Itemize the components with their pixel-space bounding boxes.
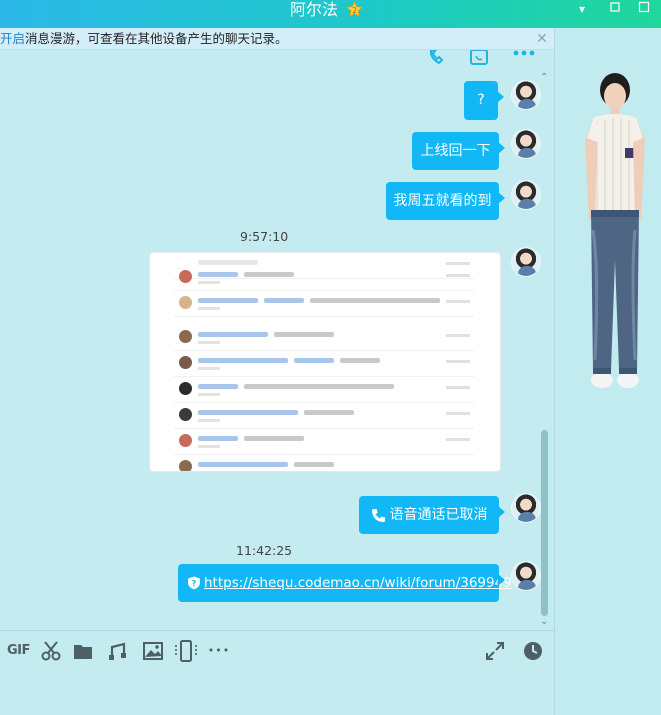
input-toolbar: GIF •••	[0, 630, 554, 670]
avatar[interactable]	[511, 129, 541, 159]
thumbnail-row	[174, 291, 474, 317]
show-panel	[554, 28, 661, 715]
gif-icon[interactable]: GIF	[7, 639, 30, 663]
scroll-up-icon[interactable]: ⌃	[540, 72, 548, 83]
avatar[interactable]	[511, 180, 541, 210]
image-icon[interactable]	[142, 639, 164, 663]
restore-icon	[610, 2, 620, 12]
video-call-icon[interactable]	[470, 50, 494, 66]
phone-call-icon[interactable]	[427, 50, 449, 64]
more-icon[interactable]: •••	[207, 639, 231, 663]
maximize-button[interactable]	[633, 0, 655, 20]
avatar[interactable]	[511, 247, 541, 277]
window-shake-icon[interactable]	[174, 639, 198, 663]
chat-scrollbar[interactable]	[541, 430, 548, 616]
image-message[interactable]	[149, 252, 501, 472]
minimize-button[interactable]: ▾	[571, 0, 593, 20]
thumbnail-row	[174, 351, 474, 377]
thumbnail-row	[174, 429, 474, 455]
message-bubble[interactable]: ?	[464, 81, 504, 120]
avatar-figure[interactable]	[585, 70, 645, 410]
avatar[interactable]	[511, 80, 541, 110]
voice-call-message[interactable]: 语音通话已取消	[359, 496, 505, 534]
link-message[interactable]: ? https://shequ.codemao.cn/wiki/forum/36…	[178, 564, 512, 602]
timestamp: 9:57:10	[240, 229, 289, 244]
forum-link[interactable]: https://shequ.codemao.cn/wiki/forum/3699…	[204, 575, 512, 591]
thumbnail-row	[174, 325, 474, 351]
maximize-icon	[638, 1, 650, 13]
link-safety-icon: ?	[188, 576, 200, 590]
more-options-icon[interactable]	[513, 50, 535, 58]
phone-icon	[371, 508, 385, 522]
message-input[interactable]	[0, 670, 554, 715]
roaming-notice: 开启消息漫游，可查看在其他设备产生的聊天记录。	[0, 28, 554, 50]
svg-text:2: 2	[352, 6, 357, 15]
folder-icon[interactable]	[72, 639, 94, 663]
title-bar: 阿尔法 2 ▾	[0, 0, 661, 28]
thumbnail-row	[174, 377, 474, 403]
vip-badge-icon: 2	[346, 1, 363, 17]
svg-text:?: ?	[192, 579, 197, 588]
thumbnail-row	[174, 403, 474, 429]
avatar[interactable]	[511, 493, 541, 523]
scroll-down-icon[interactable]: ⌄	[540, 616, 548, 627]
chat-area: ⌃ ? 上线回一下 我周五就看的到 9:57:10 语音通话已取消 11:42:…	[0, 50, 554, 630]
message-bubble[interactable]: 我周五就看的到	[386, 182, 505, 220]
message-bubble[interactable]: 上线回一下	[412, 132, 505, 170]
notice-close-button[interactable]: ✕	[533, 28, 551, 50]
scissors-icon[interactable]	[40, 639, 62, 663]
enable-roaming-link[interactable]: 开启	[0, 31, 25, 46]
avatar[interactable]	[511, 561, 541, 591]
notice-text: 消息漫游，可查看在其他设备产生的聊天记录。	[25, 31, 288, 46]
history-icon[interactable]	[522, 639, 544, 663]
music-icon[interactable]	[106, 639, 128, 663]
restore-button[interactable]	[604, 0, 626, 20]
timestamp: 11:42:25	[236, 543, 293, 558]
thumbnail-row	[174, 265, 474, 291]
expand-icon[interactable]	[484, 639, 506, 663]
voice-call-text: 语音通话已取消	[389, 507, 488, 523]
thumbnail-row	[174, 455, 474, 471]
window-title: 阿尔法	[290, 0, 339, 19]
